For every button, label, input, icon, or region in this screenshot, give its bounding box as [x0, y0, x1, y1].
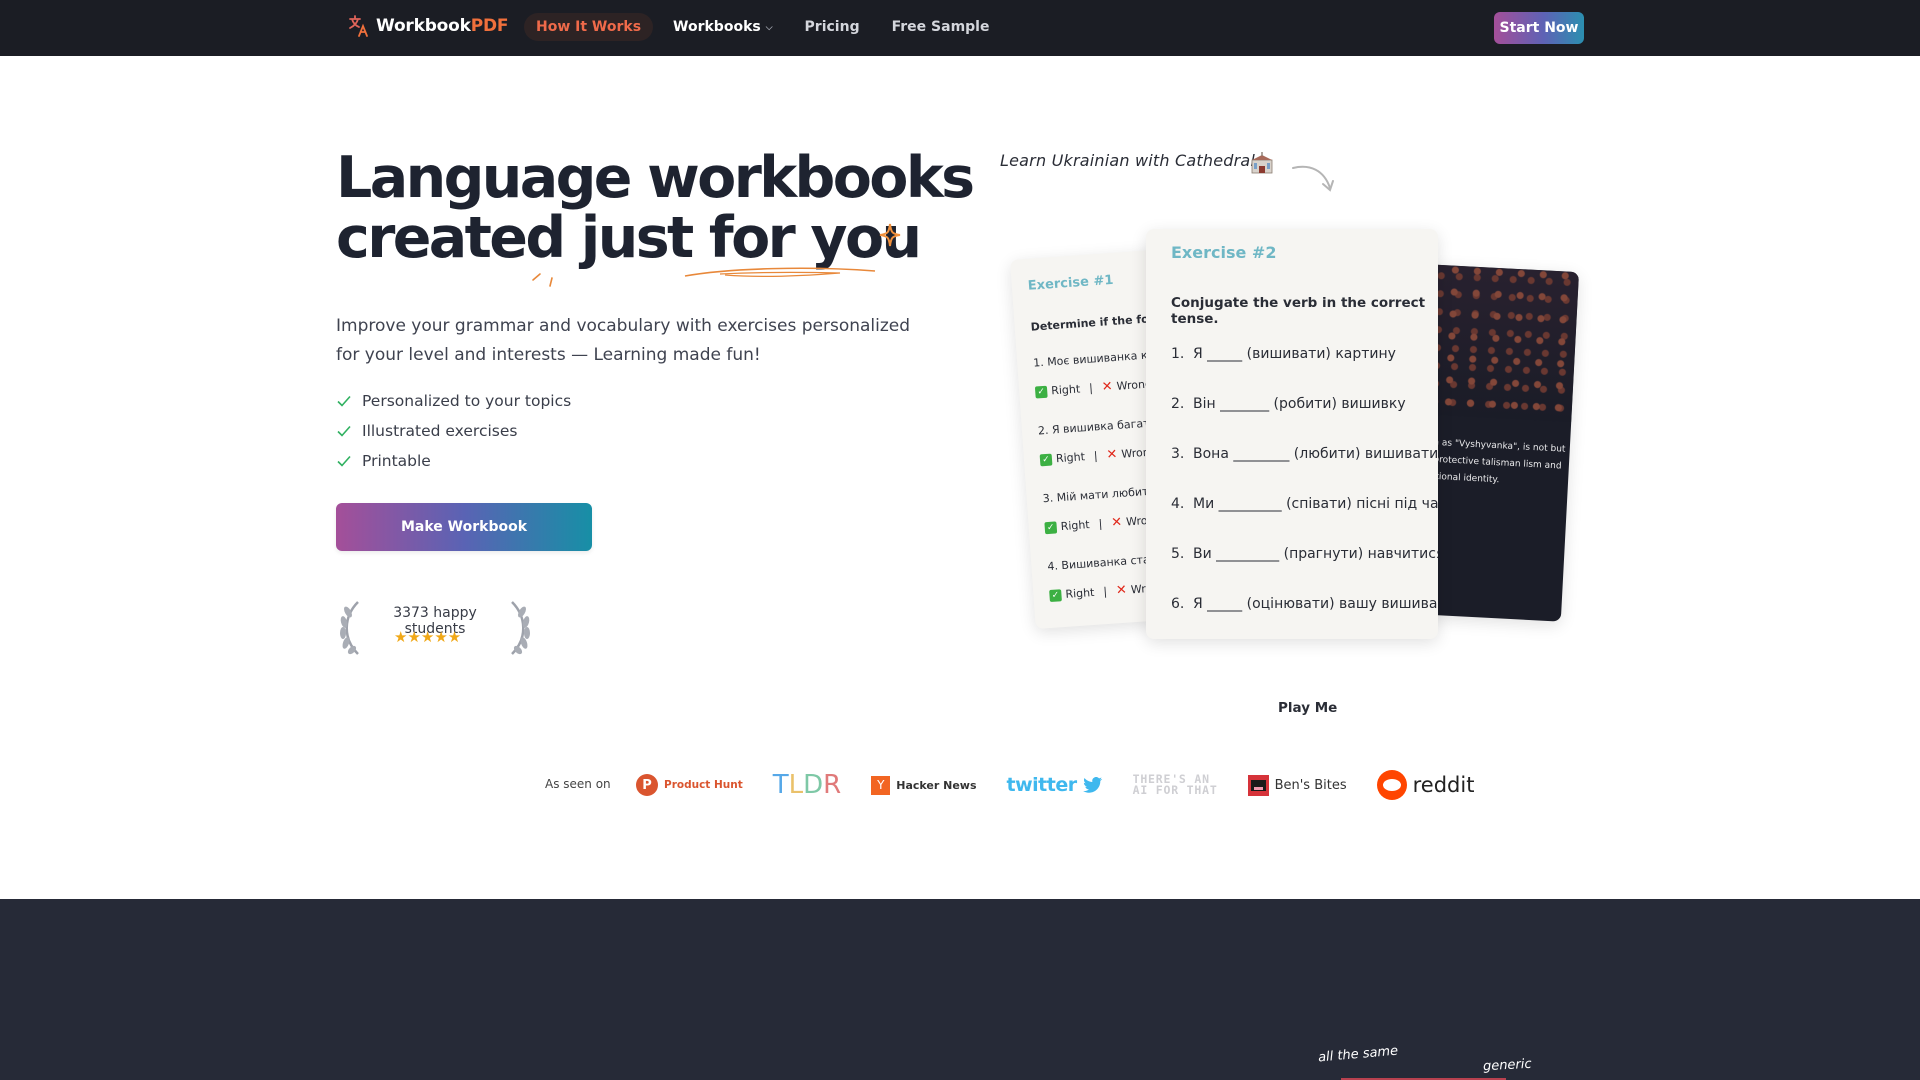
cross-icon: ✕ — [1115, 582, 1128, 599]
check-icon — [337, 395, 351, 407]
cross-icon: ✕ — [1110, 514, 1123, 531]
exercise-title: Exercise #1 — [1027, 272, 1114, 294]
brand-logo[interactable]: WorkbookPDF — [348, 14, 509, 38]
chevron-down-icon: ⌵ — [765, 23, 773, 33]
reddit-alien-icon — [1376, 770, 1407, 800]
y-combinator-icon: Y — [871, 775, 891, 795]
main-nav: How It Works Workbooks ⌵ Pricing Free Sam… — [524, 13, 1001, 41]
handwritten-note: generic — [1482, 1056, 1532, 1075]
feature-item: Personalized to your topics — [336, 386, 571, 416]
feature-item: Illustrated exercises — [336, 416, 571, 446]
nav-pricing[interactable]: Pricing — [793, 13, 872, 41]
nav-how-it-works[interactable]: How It Works — [524, 13, 654, 41]
laurel-left-icon — [340, 601, 359, 655]
start-now-button[interactable]: Start Now — [1494, 12, 1584, 44]
nav-workbooks[interactable]: Workbooks ⌵ — [661, 13, 785, 41]
as-seen-on-label: As seen on — [545, 777, 611, 791]
hacker-news-logo[interactable]: Y Hacker News — [871, 775, 977, 795]
showcase-caption: Learn Ukrainian with Cathedrals — [1000, 151, 1264, 170]
check-box-icon: ✓ — [1044, 520, 1058, 534]
check-box-icon: ✓ — [1049, 588, 1062, 602]
curved-arrow-icon — [1292, 165, 1334, 192]
rating-stars: ★★★★★ — [394, 628, 462, 646]
exercise-item: 3. Вона ________ (любити) вишивати св — [1171, 446, 1438, 462]
tldr-logo[interactable]: TLDR — [773, 770, 842, 800]
sparkle-icon — [879, 223, 901, 247]
exercise-item: 2. Я вишивка багато — [1037, 416, 1157, 438]
feature-item: Printable — [336, 446, 571, 476]
right-wrong-choice: ✓Right | ✕Wrong — [1044, 512, 1162, 535]
check-box-icon: ✓ — [1039, 453, 1053, 466]
nav-free-sample[interactable]: Free Sample — [880, 13, 1002, 41]
exercise-card-2[interactable]: Exercise #2 Conjugate the verb in the co… — [1146, 229, 1438, 639]
laurel-right-icon — [511, 601, 530, 655]
embroidery-illustration — [1421, 264, 1580, 422]
exercise-title: Exercise #2 — [1171, 243, 1277, 262]
exercise-item: 6. Я _____ (оцінювати) вашу вишиванку — [1171, 596, 1438, 612]
exercise-item: 1. Моє вишиванка кр — [1032, 348, 1155, 370]
cross-icon: ✕ — [1101, 379, 1114, 395]
bens-bites-logo[interactable]: Ben's Bites — [1247, 774, 1347, 796]
top-navbar: WorkbookPDF How It Works Workbooks ⌵ Pric… — [0, 0, 1920, 56]
cross-icon: ✕ — [1106, 446, 1118, 463]
comparison-section — [0, 899, 1920, 1080]
exercise-instruction: Conjugate the verb in the correct tense. — [1171, 295, 1426, 327]
theres-an-ai-for-that-logo[interactable]: THERE'S AN AI FOR THAT — [1133, 773, 1218, 796]
hero-title-line1: Language workbooks — [336, 145, 975, 211]
check-icon — [337, 425, 351, 437]
product-hunt-icon: P — [636, 774, 658, 796]
bens-bites-icon — [1247, 774, 1269, 796]
exercise-item: 3. Мій мати любить — [1042, 484, 1156, 506]
hero-subtitle: Improve your grammar and vocabulary with… — [336, 316, 911, 365]
product-hunt-logo[interactable]: P Product Hunt — [636, 774, 743, 796]
brand-name: WorkbookPDF — [376, 16, 509, 36]
exercise-item: 5. Ви _________ (прагнути) навчитися в — [1171, 546, 1438, 562]
exercise-item: 1. Я _____ (вишивати) картину — [1171, 346, 1396, 362]
feature-list: Personalized to your topics Illustrated … — [336, 386, 571, 476]
fact-text: wn as "Vyshyvanka", is not but a protect… — [1423, 437, 1566, 486]
press-logos: P Product Hunt TLDR Y Hacker News twitte… — [636, 768, 1504, 802]
reddit-logo[interactable]: reddit — [1376, 770, 1474, 800]
translate-icon — [349, 15, 368, 37]
right-wrong-choice: ✓Right | ✕Wrong — [1034, 376, 1153, 399]
exercise-item: 2. Він _______ (робити) вишивку — [1171, 396, 1406, 412]
twitter-logo[interactable]: twitter — [1007, 774, 1103, 796]
make-workbook-button[interactable]: Make Workbook — [336, 503, 592, 551]
cathedral-icon — [1251, 152, 1273, 174]
hand-drawn-underline — [532, 267, 876, 287]
exercise-item: 4. Вишиванка стар — [1047, 552, 1158, 574]
play-me-button[interactable]: Play Me — [1278, 700, 1337, 716]
twitter-bird-icon — [1082, 777, 1102, 793]
right-wrong-choice: ✓Right | ✕Wrong — [1039, 444, 1157, 467]
hero-title: Language workbooks created just for you — [336, 145, 975, 268]
check-box-icon: ✓ — [1034, 385, 1048, 399]
check-icon — [337, 455, 351, 467]
exercise-item: 4. Ми _________ (співати) пісні під час в — [1171, 496, 1438, 512]
